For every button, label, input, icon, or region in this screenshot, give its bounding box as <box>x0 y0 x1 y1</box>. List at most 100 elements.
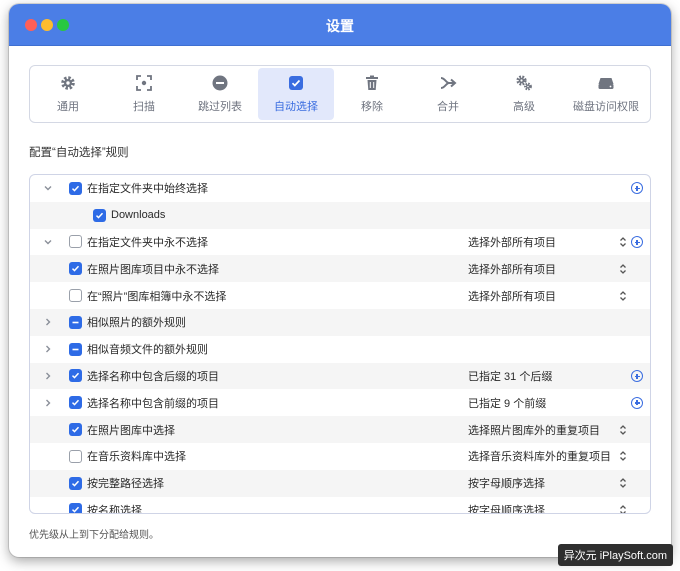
updown-chevron-icon[interactable] <box>619 450 627 462</box>
chevron-right-icon[interactable] <box>42 397 54 409</box>
rule-label: 在指定文件夹中永不选择 <box>87 236 208 249</box>
rule-row: 在指定文件夹中始终选择 <box>30 175 650 202</box>
checkmark-icon <box>71 399 80 406</box>
tab-scan[interactable]: 扫描 <box>106 66 182 122</box>
updown-chevron-icon[interactable] <box>619 236 627 248</box>
rule-option-value[interactable]: 选择音乐资料库外的重复项目 <box>468 448 611 464</box>
rule-label: 在照片图库中选择 <box>87 424 175 437</box>
chevron-right-icon[interactable] <box>42 316 54 328</box>
title-bar: 设置 <box>9 4 671 46</box>
rule-checkbox[interactable] <box>69 342 82 356</box>
updown-chevron-icon[interactable] <box>619 477 627 489</box>
rule-option-value[interactable]: 选择外部所有项目 <box>468 288 556 304</box>
tab-disk-access-label: 磁盘访问权限 <box>573 101 639 113</box>
settings-window: 设置 通用 扫描 跳过列表 自动选择 移除 合并 高级 磁盘访问权限 配置“自动… <box>9 4 671 557</box>
chevron-right-icon[interactable] <box>42 370 54 382</box>
rules-list: 在指定文件夹中始终选择 Downloads 在指定文件夹中永不选择 选择外部所有项目在… <box>29 174 651 514</box>
checkmark-icon <box>71 426 80 433</box>
checkmark-icon <box>71 480 80 487</box>
rule-option-value[interactable]: 选择照片图库外的重复项目 <box>468 422 600 438</box>
rule-row: 在“照片”图库相簿中永不选择 选择外部所有项目 <box>30 282 650 309</box>
rule-checkbox[interactable] <box>69 449 82 463</box>
minus-circle-icon <box>212 75 228 91</box>
disk-icon <box>598 78 614 89</box>
chevron-down-icon[interactable] <box>42 182 54 194</box>
section-title: 配置“自动选择”规则 <box>29 147 129 159</box>
updown-chevron-icon[interactable] <box>619 504 627 514</box>
merge-icon <box>440 77 457 89</box>
priority-note: 优先级从上到下分配给规则。 <box>29 530 159 541</box>
rule-row: 按完整路径选择 按字母顺序选择 <box>30 469 650 497</box>
tab-disk-access[interactable]: 磁盘访问权限 <box>562 66 650 122</box>
chevron-right-icon[interactable] <box>42 343 54 355</box>
rule-row: 选择名称中包含后缀的项目 已指定 31 个后缀 <box>30 362 650 390</box>
updown-chevron-icon[interactable] <box>619 263 627 275</box>
trash-icon <box>366 75 378 90</box>
add-circle-icon[interactable] <box>631 235 643 248</box>
rule-option-value: 已指定 9 个前缀 <box>468 397 547 410</box>
chevron-down-icon[interactable] <box>42 236 54 248</box>
checkmark-icon <box>95 212 104 219</box>
rule-checkbox[interactable] <box>69 315 82 329</box>
rule-checkbox[interactable] <box>69 181 82 195</box>
rule-checkbox[interactable] <box>69 423 82 437</box>
tab-remove-label: 移除 <box>361 101 383 113</box>
site-watermark: 异次元 iPlaySoft.com <box>557 544 673 566</box>
checkmark-icon <box>71 185 80 192</box>
tab-auto-select[interactable]: 自动选择 <box>258 68 334 120</box>
rule-row: 按名称选择 按字母顺序选择 <box>30 497 650 514</box>
rule-label: 选择名称中包含前缀的项目 <box>87 397 219 410</box>
rule-checkbox[interactable] <box>69 396 82 410</box>
mixed-state-icon <box>72 321 79 324</box>
checkbox-icon <box>289 76 303 90</box>
rule-checkbox[interactable] <box>69 262 82 276</box>
rule-option-value[interactable]: 按字母顺序选择 <box>468 502 545 513</box>
rule-row: 在指定文件夹中永不选择 选择外部所有项目 <box>30 229 650 256</box>
checkmark-icon <box>71 265 80 272</box>
rule-label: 在音乐资料库中选择 <box>87 451 186 464</box>
add-circle-icon[interactable] <box>631 369 643 382</box>
rule-checkbox[interactable] <box>69 476 82 490</box>
tab-merge[interactable]: 合并 <box>410 66 486 122</box>
rule-checkbox[interactable] <box>69 235 82 249</box>
rule-label: Downloads <box>111 209 166 222</box>
tab-general[interactable]: 通用 <box>30 66 106 122</box>
checkmark-icon <box>71 373 80 380</box>
tab-merge-label: 合并 <box>437 101 459 113</box>
rule-checkbox[interactable] <box>93 208 106 222</box>
rule-checkbox[interactable] <box>69 289 82 303</box>
add-circle-icon[interactable] <box>631 182 643 195</box>
rule-checkbox[interactable] <box>69 369 82 383</box>
rule-row: 选择名称中包含前缀的项目 已指定 9 个前缀 <box>30 389 650 416</box>
rule-checkbox[interactable] <box>69 503 82 513</box>
window-title: 设置 <box>326 18 354 34</box>
gears-icon <box>516 75 532 91</box>
rule-label: 在指定文件夹中始终选择 <box>87 183 208 196</box>
rule-label: 相似音频文件的额外规则 <box>87 344 208 357</box>
tab-skip-list[interactable]: 跳过列表 <box>182 66 258 122</box>
updown-chevron-icon[interactable] <box>619 290 627 302</box>
rule-label: 按名称选择 <box>87 504 142 514</box>
rule-option-value[interactable]: 选择外部所有项目 <box>468 261 556 277</box>
tab-scan-label: 扫描 <box>133 101 155 113</box>
rule-row: Downloads <box>30 201 650 229</box>
rule-label: 在“照片”图库相簿中永不选择 <box>87 290 227 303</box>
tab-advanced-label: 高级 <box>513 101 535 113</box>
tab-advanced[interactable]: 高级 <box>486 66 562 122</box>
rule-row: 相似照片的额外规则 <box>30 308 650 336</box>
scan-icon <box>136 75 152 91</box>
updown-chevron-icon[interactable] <box>619 424 627 436</box>
tab-general-label: 通用 <box>57 101 79 113</box>
checkmark-icon <box>71 507 80 513</box>
settings-tab-bar: 通用 扫描 跳过列表 自动选择 移除 合并 高级 磁盘访问权限 <box>29 65 651 123</box>
rule-option-value[interactable]: 选择外部所有项目 <box>468 234 556 250</box>
tab-remove[interactable]: 移除 <box>334 66 410 122</box>
gear-icon <box>61 76 75 90</box>
rule-label: 选择名称中包含后缀的项目 <box>87 370 219 383</box>
rule-label: 相似照片的额外规则 <box>87 317 186 330</box>
rule-row: 相似音频文件的额外规则 <box>30 336 650 363</box>
rule-option-value: 已指定 31 个后缀 <box>468 370 553 383</box>
add-circle-icon[interactable] <box>631 396 643 409</box>
rule-option-value[interactable]: 按字母顺序选择 <box>468 475 545 491</box>
rule-row: 在照片图库中选择 选择照片图库外的重复项目 <box>30 416 650 443</box>
